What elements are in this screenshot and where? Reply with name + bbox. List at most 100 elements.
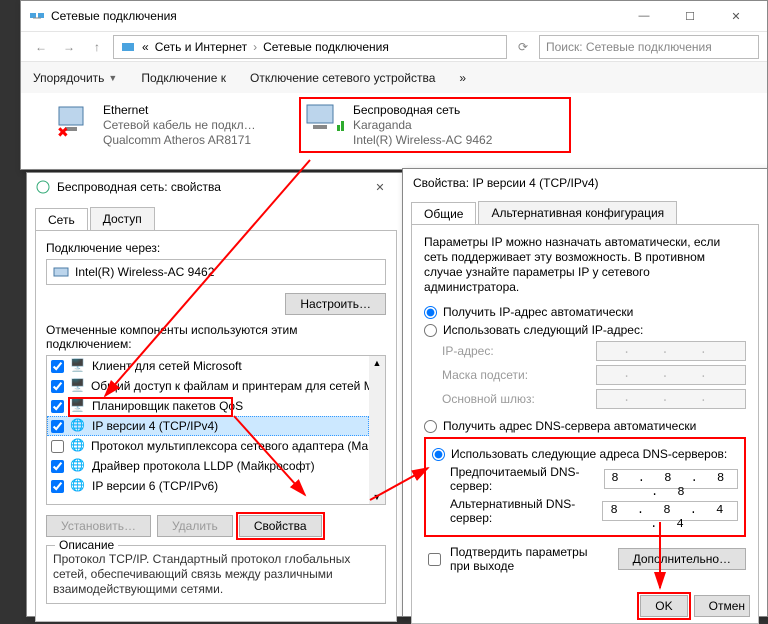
- checkbox[interactable]: [51, 380, 64, 393]
- protocol-icon: 🌐: [70, 458, 86, 474]
- tab-access[interactable]: Доступ: [90, 207, 155, 230]
- intro-text: Параметры IP можно назначать автоматичес…: [424, 235, 746, 295]
- item-label: Планировщик пакетов QoS: [92, 399, 243, 413]
- window-icon: [29, 8, 45, 24]
- crumb-2[interactable]: Сетевые подключения: [263, 40, 389, 54]
- list-item[interactable]: 🌐Протокол мультиплексора сетевого адапте…: [47, 436, 369, 456]
- mask-input: . . .: [596, 365, 746, 385]
- checkbox[interactable]: [51, 460, 64, 473]
- up-button[interactable]: ↑: [85, 35, 109, 59]
- titlebar[interactable]: Сетевые подключения — ☐ ✕: [21, 1, 767, 31]
- adapter-name: Ethernet: [103, 103, 256, 118]
- item-label: Общий доступ к файлам и принтерам для се…: [91, 379, 369, 393]
- search-input[interactable]: Поиск: Сетевые подключения: [539, 35, 759, 59]
- share-icon: 🖥️: [70, 378, 85, 394]
- uninstall-button[interactable]: Удалить: [157, 515, 233, 537]
- adapter-device: Intel(R) Wireless-AC 9462: [353, 133, 492, 148]
- tabs: Сеть Доступ: [27, 201, 405, 230]
- components-label: Отмеченные компоненты используются этим …: [46, 323, 386, 351]
- connect-via-field: Intel(R) Wireless-AC 9462: [46, 259, 386, 285]
- description-text: Протокол TCP/IP. Стандартный протокол гл…: [53, 552, 379, 597]
- item-label: IP версии 4 (TCP/IPv4): [92, 419, 218, 433]
- dns-manual-group: Использовать следующие адреса DNS-сервер…: [424, 437, 746, 537]
- list-item[interactable]: 🖥️ Планировщик пакетов QoS: [47, 396, 369, 416]
- validate-checkbox-row[interactable]: Подтвердить параметры при выходе Дополни…: [424, 545, 746, 573]
- radio-dns-auto[interactable]: Получить адрес DNS-сервера автоматически: [424, 419, 746, 433]
- crumb-1[interactable]: Сеть и Интернет: [155, 40, 247, 54]
- network-connections-window: Сетевые подключения — ☐ ✕ ← → ↑ « Сеть и…: [20, 0, 768, 170]
- scroll-up-icon[interactable]: ▲: [373, 358, 382, 368]
- advanced-button[interactable]: Дополнительно…: [618, 548, 746, 570]
- cmd-connect[interactable]: Подключение к: [141, 71, 226, 85]
- protocol-icon: 🌐: [70, 418, 86, 434]
- configure-button[interactable]: Настроить…: [285, 293, 386, 315]
- tabs: Общие Альтернативная конфигурация: [403, 197, 767, 224]
- chevron-down-icon: ▼: [108, 73, 117, 83]
- description-group: Описание Протокол TCP/IP. Стандартный пр…: [46, 545, 386, 604]
- checkbox[interactable]: [51, 360, 64, 373]
- components-list[interactable]: 🖥️ Клиент для сетей Microsoft 🖥️ Общий дос…: [46, 355, 386, 505]
- dialog-title: Беспроводная сеть: свойства: [57, 180, 221, 194]
- dialog-titlebar[interactable]: Беспроводная сеть: свойства ✕: [27, 173, 405, 201]
- window-title: Сетевые подключения: [51, 9, 177, 23]
- cmd-disable[interactable]: Отключение сетевого устройства: [250, 71, 435, 85]
- list-item[interactable]: 🌐 Драйвер протокола LLDP (Майкрософт): [47, 456, 369, 476]
- svg-text:✖: ✖: [57, 124, 69, 139]
- forward-button[interactable]: →: [57, 35, 81, 59]
- qos-icon: 🖥️: [70, 398, 86, 414]
- radio-ip-auto[interactable]: Получить IP-адрес автоматически: [424, 305, 746, 319]
- adapters-list: ✖ Ethernet Сетевой кабель не подкл… Qual…: [21, 93, 767, 169]
- client-icon: 🖥️: [70, 358, 86, 374]
- tab-general[interactable]: Общие: [411, 202, 476, 225]
- maximize-button[interactable]: ☐: [667, 1, 713, 31]
- refresh-button[interactable]: ⟳: [511, 35, 535, 59]
- dialog-buttons: OK Отмен: [640, 595, 750, 617]
- checkbox[interactable]: [51, 400, 64, 413]
- dialog-title[interactable]: Свойства: IP версии 4 (TCP/IPv4): [403, 169, 767, 197]
- close-button[interactable]: ✕: [713, 1, 759, 31]
- item-label: Клиент для сетей Microsoft: [92, 359, 242, 373]
- ip-input: . . .: [596, 341, 746, 361]
- cmd-organize[interactable]: Упорядочить▼: [33, 71, 117, 85]
- item-label: Протокол мультиплексора сетевого адаптер…: [91, 439, 369, 453]
- tab-network[interactable]: Сеть: [35, 208, 88, 231]
- checkbox[interactable]: [51, 440, 64, 453]
- list-item-ipv4[interactable]: 🌐 IP версии 4 (TCP/IPv4): [47, 416, 369, 436]
- dns1-input[interactable]: 8 . 8 . 8 . 8: [604, 469, 738, 489]
- list-item[interactable]: 🌐IP версии 6 (TCP/IPv6): [47, 476, 369, 496]
- checkbox[interactable]: [51, 480, 64, 493]
- adapter-device: Qualcomm Atheros AR8171: [103, 133, 256, 148]
- gateway-input: . . .: [596, 389, 746, 409]
- breadcrumb[interactable]: « Сеть и Интернет › Сетевые подключения: [113, 35, 507, 59]
- properties-button[interactable]: Свойства: [239, 515, 322, 537]
- install-button[interactable]: Установить…: [46, 515, 151, 537]
- scrollbar[interactable]: ▲ ▼: [369, 356, 385, 504]
- crumb-root: «: [142, 40, 149, 54]
- cancel-button[interactable]: Отмен: [694, 595, 750, 617]
- cmd-more[interactable]: »: [459, 71, 466, 85]
- minimize-button[interactable]: —: [621, 1, 667, 31]
- ethernet-icon: ✖: [55, 103, 95, 139]
- row-gw: Основной шлюз:. . .: [442, 389, 746, 409]
- item-label: Драйвер протокола LLDP (Майкрософт): [92, 459, 315, 473]
- row-mask: Маска подсети:. . .: [442, 365, 746, 385]
- checkbox[interactable]: [51, 420, 64, 433]
- list-item[interactable]: 🖥️ Общий доступ к файлам и принтерам для …: [47, 376, 369, 396]
- radio-dns-manual[interactable]: Использовать следующие адреса DNS-сервер…: [432, 447, 738, 461]
- validate-checkbox[interactable]: [428, 553, 441, 566]
- item-label: IP версии 6 (TCP/IPv6): [92, 479, 218, 493]
- adapter-wireless[interactable]: Беспроводная сеть Karaganda Intel(R) Wir…: [299, 97, 571, 153]
- back-button[interactable]: ←: [29, 35, 53, 59]
- dns2-input[interactable]: 8 . 8 . 4 . 4: [602, 501, 738, 521]
- close-button[interactable]: ✕: [363, 176, 397, 198]
- row-dns1: Предпочитаемый DNS-сервер:8 . 8 . 8 . 8: [450, 465, 738, 493]
- ipv4-properties-dialog: Свойства: IP версии 4 (TCP/IPv4) Общие А…: [402, 168, 768, 617]
- radio-ip-manual[interactable]: Использовать следующий IP-адрес:: [424, 323, 746, 337]
- list-item[interactable]: 🖥️ Клиент для сетей Microsoft: [47, 356, 369, 376]
- adapter-ethernet[interactable]: ✖ Ethernet Сетевой кабель не подкл… Qual…: [51, 99, 281, 152]
- search-placeholder: Поиск: Сетевые подключения: [546, 40, 712, 54]
- scroll-down-icon[interactable]: ▼: [373, 492, 382, 502]
- ok-button[interactable]: OK: [640, 595, 687, 617]
- row-dns2: Альтернативный DNS-сервер:8 . 8 . 4 . 4: [450, 497, 738, 525]
- tab-alt[interactable]: Альтернативная конфигурация: [478, 201, 677, 224]
